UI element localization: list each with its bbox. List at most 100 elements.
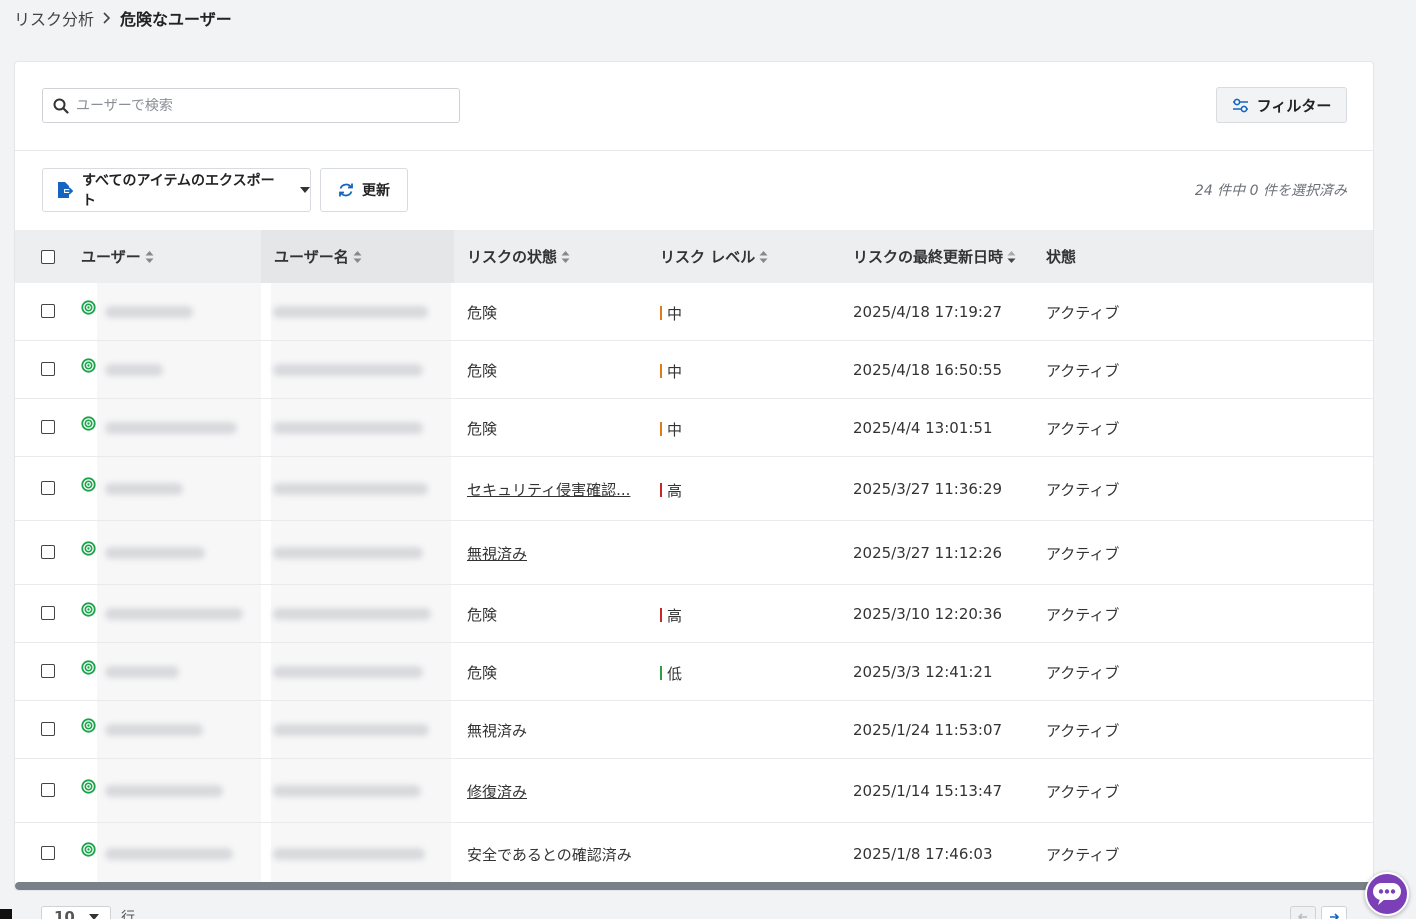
risky-users-panel: フィルター すべてのアイテムのエクスポート 更新 24 件中 0 件を選択済み: [14, 61, 1374, 891]
status-cell: アクティブ: [1046, 480, 1120, 499]
risk-level-cell: 中: [660, 418, 682, 440]
username-redacted: [273, 483, 428, 495]
selection-count: 24 件中 0 件を選択済み: [1194, 183, 1347, 199]
page-title: 危険なユーザー: [120, 10, 232, 29]
user-name-redacted[interactable]: [105, 306, 193, 318]
row-checkbox-cell: [41, 606, 55, 620]
risk-last-updated-cell: 2025/3/3 12:41:21: [853, 663, 993, 681]
column-header-risk-last-updated[interactable]: リスクの最終更新日時: [853, 230, 1043, 283]
export-icon: [56, 181, 74, 199]
risk-last-updated-cell: 2025/1/24 11:53:07: [853, 721, 1003, 739]
table-row[interactable]: 危険 低 2025/3/3 12:41:21 アクティブ: [15, 643, 1373, 701]
prev-page-button[interactable]: [1290, 906, 1316, 919]
risk-last-updated-cell: 2025/3/10 12:20:36: [853, 605, 1003, 623]
user-name-redacted[interactable]: [105, 848, 233, 860]
status-cell: アクティブ: [1046, 361, 1120, 380]
user-name-redacted[interactable]: [105, 364, 163, 376]
row-checkbox-cell: [41, 846, 55, 860]
next-page-button[interactable]: [1321, 906, 1347, 919]
risk-last-updated-cell: 2025/4/18 17:19:27: [853, 303, 1003, 321]
export-all-button[interactable]: すべてのアイテムのエクスポート: [42, 168, 311, 212]
risk-level-indicator: [660, 306, 662, 320]
column-header-risk-level[interactable]: リスク レベル: [660, 230, 850, 283]
column-header-user[interactable]: ユーザー: [81, 230, 261, 283]
status-cell: アクティブ: [1046, 663, 1120, 682]
row-checkbox[interactable]: [41, 545, 55, 559]
table-row[interactable]: 危険 中 2025/4/4 13:01:51 アクティブ: [15, 399, 1373, 457]
column-header-username[interactable]: ユーザー名: [261, 230, 454, 283]
user-name-redacted[interactable]: [105, 785, 223, 797]
username-redacted: [273, 422, 423, 434]
username-redacted: [273, 785, 421, 797]
risk-user-status-icon: [81, 541, 96, 556]
username-redacted: [273, 547, 423, 559]
row-checkbox[interactable]: [41, 783, 55, 797]
risk-level-indicator: [660, 483, 662, 497]
refresh-button-label: 更新: [362, 183, 390, 199]
row-checkbox-cell: [41, 304, 55, 318]
username-redacted: [273, 666, 423, 678]
risk-state-cell: 危険: [467, 361, 498, 380]
search-input[interactable]: [76, 97, 436, 114]
risk-user-status-icon: [81, 416, 96, 431]
row-checkbox-cell: [41, 545, 55, 559]
select-all-checkbox[interactable]: [41, 249, 55, 264]
risk-level-cell: 中: [660, 302, 682, 324]
risk-level-cell: 高: [660, 479, 682, 501]
row-checkbox-cell: [41, 362, 55, 376]
row-checkbox-cell: [41, 481, 55, 495]
risk-level-indicator: [660, 364, 662, 378]
risk-state-cell[interactable]: セキュリティ侵害確認...: [467, 478, 630, 500]
table-row[interactable]: 安全であるとの確認済み 2025/1/8 17:46:03 アクティブ: [15, 823, 1373, 885]
user-name-redacted[interactable]: [105, 666, 179, 678]
table-row[interactable]: セキュリティ侵害確認... 高 2025/3/27 11:36:29 アクティブ: [15, 457, 1373, 521]
row-checkbox[interactable]: [41, 304, 55, 318]
row-checkbox[interactable]: [41, 481, 55, 495]
row-checkbox[interactable]: [41, 606, 55, 620]
table-row[interactable]: 修復済み 2025/1/14 15:13:47 アクティブ: [15, 759, 1373, 823]
breadcrumb-root[interactable]: リスク分析: [14, 6, 94, 30]
risk-state-cell: 危険: [467, 303, 498, 322]
risk-state-cell[interactable]: 修復済み: [467, 780, 527, 802]
status-cell: アクティブ: [1046, 721, 1120, 740]
user-name-redacted[interactable]: [105, 483, 183, 495]
row-checkbox[interactable]: [41, 664, 55, 678]
user-name-redacted[interactable]: [105, 724, 203, 736]
column-header-risk-state[interactable]: リスクの状態: [467, 230, 657, 283]
risk-last-updated-cell: 2025/1/8 17:46:03: [853, 845, 993, 863]
page-size-select[interactable]: 10: [41, 906, 111, 919]
user-name-redacted[interactable]: [105, 547, 205, 559]
risk-user-status-icon: [81, 718, 96, 733]
chat-assistant-button[interactable]: [1365, 872, 1409, 916]
caret-down-icon: [300, 187, 310, 193]
arrow-right-icon: [1330, 913, 1339, 919]
filter-button[interactable]: フィルター: [1216, 87, 1347, 123]
pagination: 10 行: [41, 906, 135, 919]
sort-icon: [759, 250, 768, 264]
row-checkbox[interactable]: [41, 362, 55, 376]
risk-last-updated-cell: 2025/4/18 16:50:55: [853, 361, 1003, 379]
user-name-redacted[interactable]: [105, 608, 243, 620]
table-row[interactable]: 危険 中 2025/4/18 17:19:27 アクティブ: [15, 283, 1373, 341]
sort-icon: [145, 250, 154, 264]
risk-state-cell[interactable]: 無視済み: [467, 542, 527, 564]
table-row[interactable]: 危険 高 2025/3/10 12:20:36 アクティブ: [15, 585, 1373, 643]
username-redacted: [273, 608, 431, 620]
row-checkbox-cell: [41, 722, 55, 736]
table-row[interactable]: 無視済み 2025/1/24 11:53:07 アクティブ: [15, 701, 1373, 759]
status-cell: アクティブ: [1046, 782, 1120, 801]
horizontal-scrollbar[interactable]: [15, 882, 1373, 890]
row-checkbox[interactable]: [41, 722, 55, 736]
risk-last-updated-cell: 2025/4/4 13:01:51: [853, 419, 993, 437]
refresh-button[interactable]: 更新: [320, 168, 408, 212]
table-row[interactable]: 無視済み 2025/3/27 11:12:26 アクティブ: [15, 521, 1373, 585]
table-row[interactable]: 危険 中 2025/4/18 16:50:55 アクティブ: [15, 341, 1373, 399]
user-name-redacted[interactable]: [105, 422, 237, 434]
table-body: 危険 中 2025/4/18 17:19:27 アクティブ 危険 中 2025/…: [15, 283, 1373, 885]
row-checkbox[interactable]: [41, 846, 55, 860]
row-checkbox-cell: [41, 783, 55, 797]
risk-user-status-icon: [81, 477, 96, 492]
row-checkbox[interactable]: [41, 420, 55, 434]
risk-level-indicator: [660, 666, 662, 680]
username-redacted: [273, 848, 425, 860]
